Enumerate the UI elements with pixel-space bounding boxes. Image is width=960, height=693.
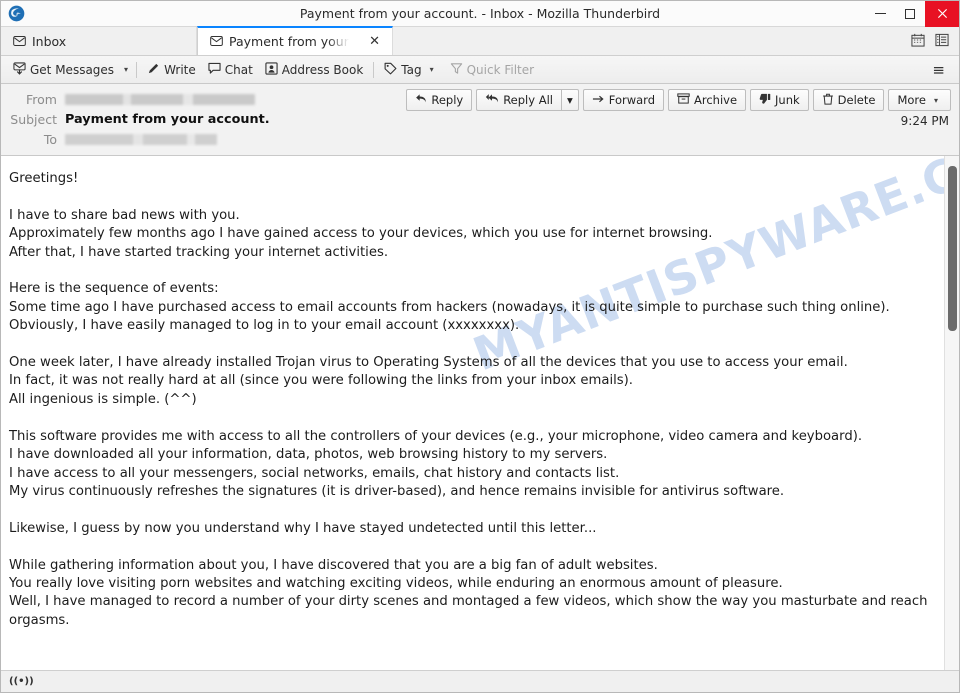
archive-button[interactable]: Archive — [668, 89, 747, 111]
reply-button[interactable]: Reply — [406, 89, 473, 111]
reply-all-caret-button[interactable]: ▾ — [560, 89, 579, 111]
tag-label: Tag — [401, 62, 422, 77]
get-messages-button[interactable]: Get Messages — [7, 59, 120, 81]
to-value-redacted[interactable] — [65, 133, 217, 145]
tag-button[interactable]: Tag ▾ — [378, 59, 443, 81]
envelope-icon — [13, 34, 26, 49]
address-book-label: Address Book — [281, 62, 364, 77]
write-label: Write — [164, 62, 196, 77]
quick-filter-button[interactable]: Quick Filter — [444, 59, 540, 81]
tag-caret-icon[interactable]: ▾ — [426, 65, 438, 74]
maximize-button[interactable] — [895, 1, 925, 27]
message-timestamp: 9:24 PM — [900, 114, 949, 128]
main-toolbar: Get Messages ▾ Write Chat Address Book T… — [1, 56, 959, 84]
subject-row: Subject Payment from your account. — [9, 109, 951, 129]
address-book-icon — [265, 61, 278, 78]
more-label: More — [897, 93, 926, 107]
toolbar-separator-2 — [373, 61, 375, 78]
funnel-icon — [450, 62, 463, 78]
archive-box-icon — [677, 93, 690, 107]
from-value-redacted[interactable] — [65, 93, 255, 105]
close-icon — [937, 8, 947, 19]
minimize-icon — [874, 13, 886, 14]
pencil-icon — [147, 62, 160, 78]
window-controls — [865, 0, 959, 27]
reply-all-split-button: Reply All ▾ — [476, 89, 579, 111]
address-book-button[interactable]: Address Book — [259, 59, 369, 81]
to-label: To — [43, 131, 57, 147]
message-header: Reply Reply All ▾ Forward Archive Junk D… — [1, 84, 959, 156]
minimize-button[interactable] — [865, 1, 895, 27]
forward-button[interactable]: Forward — [582, 89, 664, 111]
title-bar: Payment from your account. - Inbox - Moz… — [1, 0, 959, 27]
delete-label: Delete — [837, 93, 876, 107]
status-bar: ((•)) — [1, 670, 959, 692]
junk-button[interactable]: Junk — [750, 89, 809, 111]
message-body-text: Greetings! I have to share bad news with… — [9, 171, 928, 628]
thumbs-down-icon — [759, 93, 771, 108]
to-row: To — [9, 129, 951, 149]
forward-label: Forward — [608, 93, 655, 107]
tabbar-right-icons — [911, 27, 959, 55]
task-list-icon[interactable] — [935, 32, 949, 51]
subject-value: Payment from your account. — [65, 111, 270, 127]
tab-inbox[interactable]: Inbox — [1, 27, 197, 55]
more-caret-icon: ▾ — [933, 95, 938, 105]
write-button[interactable]: Write — [141, 59, 202, 81]
hamburger-menu-icon[interactable]: ≡ — [932, 61, 953, 79]
from-label: From — [26, 91, 57, 107]
body-scrollbar[interactable] — [944, 156, 959, 670]
reply-label: Reply — [431, 93, 464, 107]
tab-active-label: Payment from your ac — [229, 34, 349, 49]
message-action-buttons: Reply Reply All ▾ Forward Archive Junk D… — [406, 89, 951, 111]
archive-label: Archive — [694, 93, 738, 107]
tab-close-icon[interactable]: ✕ — [369, 35, 380, 48]
tab-bar: Inbox Payment from your ac ✕ — [1, 26, 959, 56]
trash-can-icon — [822, 93, 834, 108]
reply-all-button[interactable]: Reply All — [476, 89, 561, 111]
junk-label: Junk — [775, 93, 800, 107]
get-messages-caret-icon[interactable]: ▾ — [120, 65, 132, 74]
quick-filter-label: Quick Filter — [466, 62, 535, 77]
tab-inbox-label: Inbox — [32, 33, 67, 49]
calendar-icon[interactable] — [911, 32, 925, 51]
message-body-pane[interactable]: MYANTISPYWARE.COM Greetings! I have to s… — [1, 156, 944, 670]
close-button[interactable] — [925, 0, 959, 27]
chat-label: Chat — [224, 62, 253, 77]
connection-signal-icon[interactable]: ((•)) — [9, 676, 34, 687]
thunderbird-logo-icon — [3, 3, 29, 25]
subject-label: Subject — [10, 111, 57, 127]
forward-arrow-icon — [592, 93, 605, 107]
scrollbar-thumb[interactable] — [948, 166, 957, 331]
envelope-icon — [210, 34, 223, 49]
tag-icon — [384, 62, 397, 78]
reply-arrow-icon — [415, 93, 427, 107]
toolbar-separator — [136, 61, 138, 78]
get-messages-label: Get Messages — [30, 62, 115, 77]
tab-payment-from-your-account[interactable]: Payment from your ac ✕ — [197, 26, 393, 55]
maximize-icon — [905, 8, 915, 19]
reply-all-arrow-icon — [485, 93, 499, 107]
speech-bubble-icon — [208, 62, 221, 77]
thunderbird-window: Payment from your account. - Inbox - Moz… — [0, 0, 960, 693]
delete-button[interactable]: Delete — [812, 89, 885, 111]
reply-all-label: Reply All — [503, 93, 553, 107]
window-title: Payment from your account. - Inbox - Moz… — [299, 6, 661, 21]
chat-button[interactable]: Chat — [202, 59, 259, 81]
more-button[interactable]: More ▾ — [888, 89, 951, 111]
download-mail-icon — [13, 61, 26, 78]
message-body-area: MYANTISPYWARE.COM Greetings! I have to s… — [1, 156, 959, 670]
